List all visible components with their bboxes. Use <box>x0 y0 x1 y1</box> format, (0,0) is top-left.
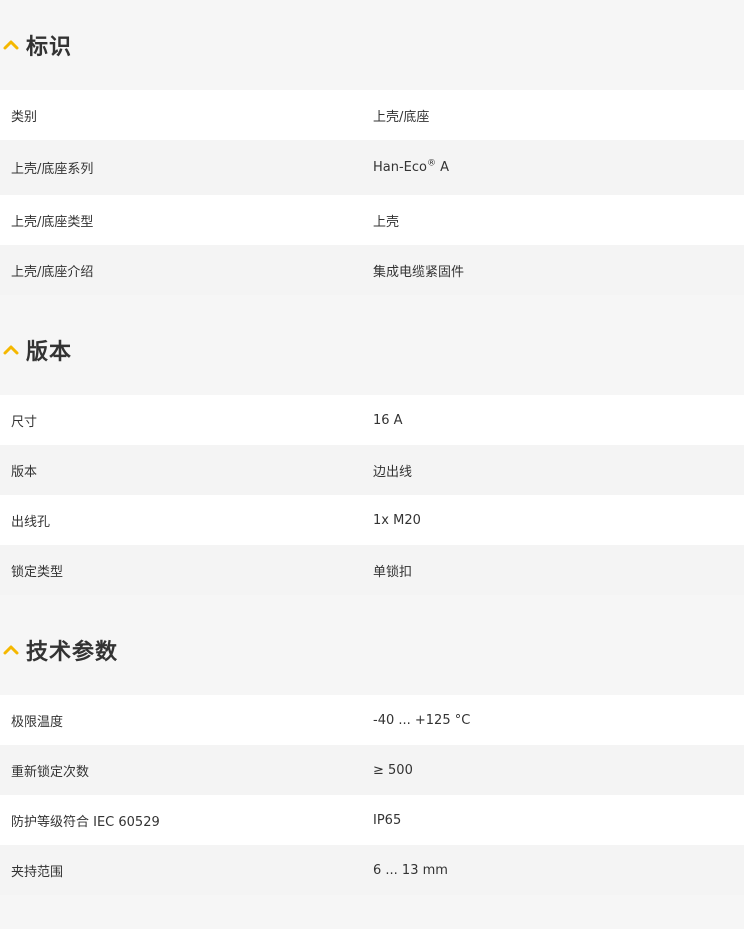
value-main: Han-Eco <box>373 160 427 175</box>
spec-table-identification: 类别 上壳/底座 上壳/底座系列 Han-Eco® A 上壳/底座类型 上壳 上… <box>0 90 744 295</box>
row-label: 上壳/底座介绍 <box>11 264 94 280</box>
section-header-technical[interactable]: 技术参数 <box>0 605 744 695</box>
row-value: 边出线 <box>373 464 413 480</box>
row-label: 尺寸 <box>11 414 38 430</box>
row-value: 集成电缆紧固件 <box>373 264 465 280</box>
registered-mark: ® <box>427 158 436 169</box>
value-suffix: A <box>436 160 450 175</box>
section-header-identification[interactable]: 标识 <box>0 0 744 90</box>
table-row: 极限温度 -40 ... +125 °C <box>0 695 744 745</box>
table-row: 版本 边出线 <box>0 445 744 495</box>
table-row: 出线孔 1x M20 <box>0 495 744 545</box>
section-header-version[interactable]: 版本 <box>0 305 744 395</box>
spec-page: 标识 类别 上壳/底座 上壳/底座系列 Han-Eco® A 上壳/底座类型 上… <box>0 0 744 929</box>
row-label: 重新锁定次数 <box>11 764 90 780</box>
row-label: 锁定类型 <box>11 564 64 580</box>
table-row: 上壳/底座类型 上壳 <box>0 195 744 245</box>
row-label: 上壳/底座类型 <box>11 214 94 230</box>
row-label: 极限温度 <box>11 714 64 730</box>
row-value: 上壳/底座 <box>373 109 430 125</box>
table-row: 夹持范围 6 ... 13 mm <box>0 845 744 895</box>
row-value: 1x M20 <box>373 512 421 528</box>
section-title: 标识 <box>26 35 73 60</box>
spec-table-version: 尺寸 16 A 版本 边出线 出线孔 1x M20 锁定类型 单锁扣 <box>0 395 744 595</box>
table-row: 尺寸 16 A <box>0 395 744 445</box>
row-value: 6 ... 13 mm <box>373 862 448 878</box>
table-row: 重新锁定次数 ≥ 500 <box>0 745 744 795</box>
table-row: 上壳/底座系列 Han-Eco® A <box>0 140 744 195</box>
spec-table-technical: 极限温度 -40 ... +125 °C 重新锁定次数 ≥ 500 防护等级符合… <box>0 695 744 895</box>
row-label: 类别 <box>11 109 38 125</box>
table-row: 锁定类型 单锁扣 <box>0 545 744 595</box>
row-label: 夹持范围 <box>11 864 64 880</box>
row-value: ≥ 500 <box>373 762 413 778</box>
chevron-up-icon <box>3 40 19 50</box>
table-row: 上壳/底座介绍 集成电缆紧固件 <box>0 245 744 295</box>
section-title: 版本 <box>26 340 73 365</box>
row-value: 单锁扣 <box>373 564 413 580</box>
row-label: 防护等级符合 IEC 60529 <box>11 814 160 830</box>
row-label: 上壳/底座系列 <box>11 162 94 177</box>
chevron-up-icon <box>3 345 19 355</box>
row-value: IP65 <box>373 812 402 828</box>
row-label: 出线孔 <box>11 514 51 530</box>
row-value: Han-Eco® A <box>373 158 744 175</box>
row-value: 16 A <box>373 412 403 428</box>
chevron-up-icon <box>3 645 19 655</box>
row-label: 版本 <box>11 464 38 480</box>
section-title: 技术参数 <box>26 640 119 665</box>
table-row: 类别 上壳/底座 <box>0 90 744 140</box>
row-value: -40 ... +125 °C <box>373 712 471 728</box>
row-value: 上壳 <box>373 214 400 230</box>
table-row: 防护等级符合 IEC 60529 IP65 <box>0 795 744 845</box>
